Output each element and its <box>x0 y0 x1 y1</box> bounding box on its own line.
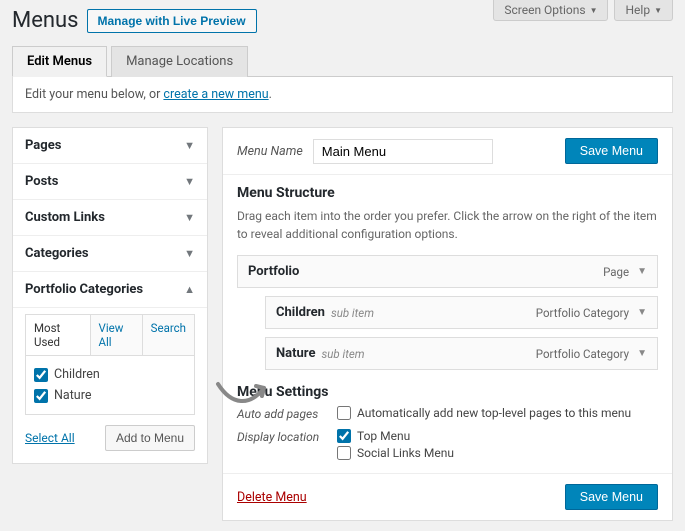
help-label: Help <box>625 3 650 17</box>
page-title: Menus <box>12 8 79 33</box>
notice-bar: Edit your menu below, or create a new me… <box>12 77 673 113</box>
accordion-categories-label: Categories <box>25 246 89 261</box>
menu-item-children[interactable]: Children sub item Portfolio Category ▼ <box>265 296 658 329</box>
auto-add-label: Auto add pages <box>237 406 337 421</box>
loc-social-check[interactable]: Social Links Menu <box>337 446 658 460</box>
menu-structure-desc: Drag each item into the order you prefer… <box>237 207 658 243</box>
menu-item-title: Nature <box>276 346 315 361</box>
screen-options-button[interactable]: Screen Options ▼ <box>493 0 608 21</box>
display-location-label: Display location <box>237 429 337 444</box>
help-button[interactable]: Help ▼ <box>614 0 673 21</box>
check-children-label: Children <box>54 367 100 382</box>
accordion-custom-links[interactable]: Custom Links ▼ <box>13 200 207 235</box>
accordion-custom-links-label: Custom Links <box>25 210 105 225</box>
select-all-link[interactable]: Select All <box>25 431 75 445</box>
menu-item-sub: sub item <box>331 306 374 320</box>
notice-suffix: . <box>269 87 272 102</box>
create-menu-link[interactable]: create a new menu <box>163 87 268 102</box>
check-children-input[interactable] <box>34 368 48 382</box>
chevron-down-icon: ▼ <box>184 139 195 152</box>
loc-top-check[interactable]: Top Menu <box>337 429 658 443</box>
subtab-search[interactable]: Search <box>143 315 194 355</box>
accordion-posts-label: Posts <box>25 174 58 189</box>
check-nature-input[interactable] <box>34 389 48 403</box>
menu-item-nature[interactable]: Nature sub item Portfolio Category ▼ <box>265 337 658 370</box>
save-menu-button-bottom[interactable]: Save Menu <box>565 484 658 510</box>
menu-item-type: Page <box>603 265 629 279</box>
menu-settings-title: Menu Settings <box>237 384 658 400</box>
accordion-posts[interactable]: Posts ▼ <box>13 164 207 199</box>
chevron-down-icon[interactable]: ▼ <box>637 307 647 318</box>
chevron-down-icon[interactable]: ▼ <box>637 266 647 277</box>
loc-top-checkbox[interactable] <box>337 429 351 443</box>
menu-name-input[interactable] <box>313 139 493 164</box>
menu-item-title: Portfolio <box>248 264 299 279</box>
screen-options-label: Screen Options <box>504 3 585 17</box>
menu-item-type: Portfolio Category <box>536 306 629 320</box>
menu-item-type: Portfolio Category <box>536 347 629 361</box>
menu-name-label: Menu Name <box>237 144 303 159</box>
loc-social-text: Social Links Menu <box>357 446 454 460</box>
accordion-pages[interactable]: Pages ▼ <box>13 128 207 163</box>
tab-manage-locations[interactable]: Manage Locations <box>111 46 248 77</box>
chevron-down-icon: ▼ <box>184 175 195 188</box>
live-preview-button[interactable]: Manage with Live Preview <box>87 9 257 33</box>
auto-add-checkbox[interactable] <box>337 406 351 420</box>
chevron-down-icon[interactable]: ▼ <box>637 348 647 359</box>
chevron-down-icon: ▼ <box>184 247 195 260</box>
accordion-categories[interactable]: Categories ▼ <box>13 236 207 271</box>
chevron-down-icon: ▼ <box>184 211 195 224</box>
subtab-most-used[interactable]: Most Used <box>26 315 91 355</box>
loc-top-text: Top Menu <box>357 429 410 443</box>
chevron-up-icon: ▲ <box>184 283 195 296</box>
subtab-view-all[interactable]: View All <box>91 315 143 355</box>
check-children[interactable]: Children <box>34 364 186 385</box>
tab-edit-menus[interactable]: Edit Menus <box>12 46 107 77</box>
accordion-portfolio-categories[interactable]: Portfolio Categories ▲ <box>13 272 207 307</box>
add-to-menu-button[interactable]: Add to Menu <box>105 425 195 451</box>
accordion-portfolio-categories-label: Portfolio Categories <box>25 282 143 297</box>
chevron-down-icon: ▼ <box>590 6 598 15</box>
menu-item-title: Children <box>276 305 325 320</box>
save-menu-button-top[interactable]: Save Menu <box>565 138 658 164</box>
auto-add-check[interactable]: Automatically add new top-level pages to… <box>337 406 658 420</box>
menu-item-portfolio[interactable]: Portfolio Page ▼ <box>237 255 658 288</box>
menu-structure-title: Menu Structure <box>237 185 658 201</box>
menu-item-sub: sub item <box>321 347 364 361</box>
loc-social-checkbox[interactable] <box>337 446 351 460</box>
notice-prefix: Edit your menu below, or <box>25 87 163 102</box>
check-nature[interactable]: Nature <box>34 385 186 406</box>
accordion-pages-label: Pages <box>25 138 61 153</box>
check-nature-label: Nature <box>54 388 91 403</box>
auto-add-text: Automatically add new top-level pages to… <box>357 406 631 420</box>
chevron-down-icon: ▼ <box>654 6 662 15</box>
delete-menu-link[interactable]: Delete Menu <box>237 490 307 505</box>
